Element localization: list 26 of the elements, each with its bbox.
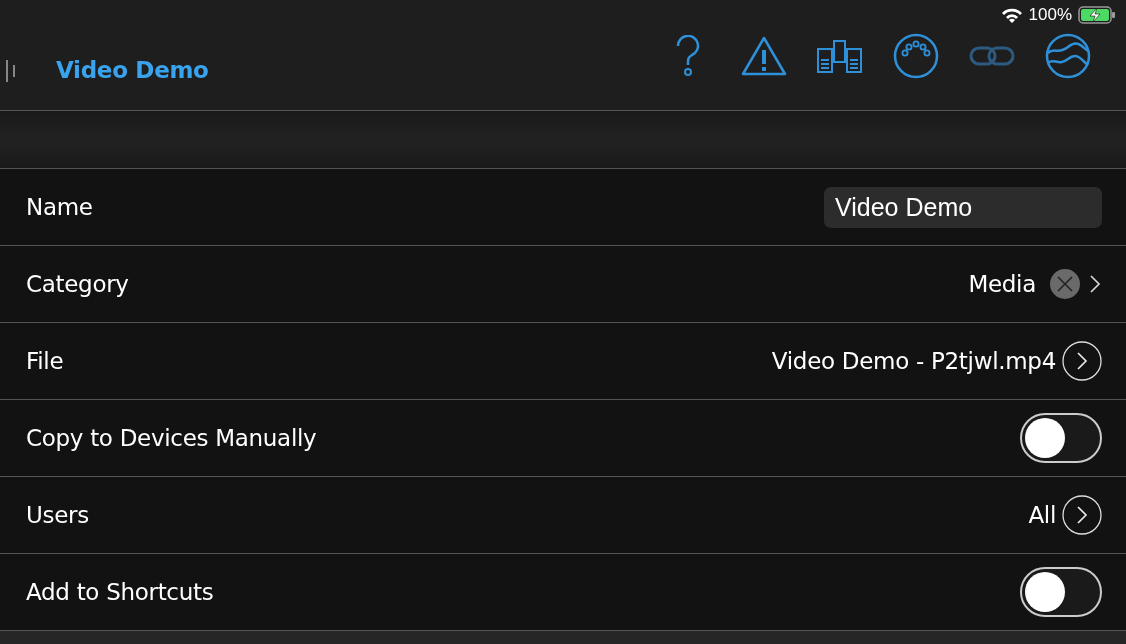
row-label: File xyxy=(26,348,65,374)
toggle-switch[interactable] xyxy=(1020,567,1102,617)
chevron-circle-icon[interactable] xyxy=(1062,495,1102,535)
clear-icon[interactable] xyxy=(1050,269,1080,299)
row-value: Video Demo - P2tjwl.mp4 xyxy=(771,348,1056,374)
row-label: Add to Shortcuts xyxy=(26,579,215,605)
battery-percent: 100% xyxy=(1028,5,1072,25)
row-label: Copy to Devices Manually xyxy=(26,425,318,451)
battery-charging-icon xyxy=(1078,6,1116,24)
link-icon xyxy=(969,44,1015,68)
name-field[interactable]: Video Demo xyxy=(824,186,1102,228)
panels-icon xyxy=(817,39,863,73)
row-label: Name xyxy=(26,194,94,220)
chevron-circle-icon[interactable] xyxy=(1062,341,1102,381)
page-title: Video Demo xyxy=(56,57,210,83)
toggle-switch[interactable] xyxy=(1020,413,1102,463)
row-value: All xyxy=(1028,502,1056,528)
sidebar-handle-icon[interactable] xyxy=(5,60,17,82)
warning-icon xyxy=(741,36,787,76)
connector-icon xyxy=(893,33,939,79)
row-label: Category xyxy=(26,271,130,297)
chevron-icon[interactable] xyxy=(1088,274,1102,294)
row-label: Users xyxy=(26,502,90,528)
wifi-icon xyxy=(1000,7,1023,23)
wave-icon xyxy=(1045,33,1091,79)
row-value: Media xyxy=(968,271,1036,297)
